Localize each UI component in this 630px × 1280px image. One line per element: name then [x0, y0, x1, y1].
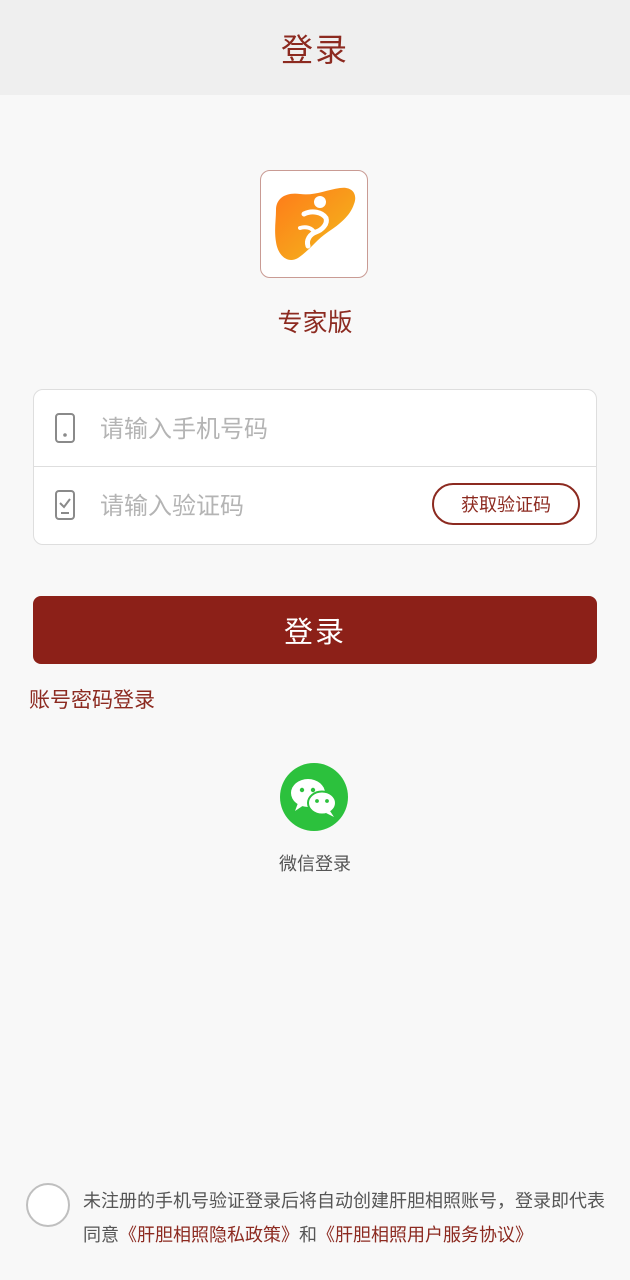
agreement-and: 和 — [299, 1225, 317, 1246]
login-button[interactable]: 登录 — [33, 596, 597, 664]
privacy-policy-link[interactable]: 《肝胆相照隐私政策》 — [119, 1225, 299, 1246]
app-edition-label: 专家版 — [277, 308, 353, 337]
liver-runner-logo-icon — [275, 187, 356, 261]
phone-icon — [55, 413, 75, 443]
checkmark-phone-icon — [55, 490, 75, 520]
code-row: 获取验证码 — [34, 467, 596, 543]
phone-input[interactable] — [98, 408, 402, 450]
get-code-button[interactable]: 获取验证码 — [432, 483, 580, 525]
login-form: 获取验证码 — [33, 389, 597, 545]
phone-row — [34, 390, 596, 467]
wechat-login-label: 微信登录 — [279, 854, 351, 875]
agreement-text: 未注册的手机号验证登录后将自动创建肝胆相照账号，登录即代表同意《肝胆相照隐私政策… — [83, 1185, 613, 1253]
top-bar: 登录 — [0, 0, 630, 95]
service-agreement-link[interactable]: 《肝胆相照用户服务协议》 — [317, 1225, 533, 1246]
page-title: 登录 — [280, 30, 349, 69]
password-login-link[interactable]: 账号密码登录 — [29, 684, 155, 714]
wechat-icon — [291, 779, 337, 817]
app-logo — [260, 170, 368, 278]
agreement-checkbox[interactable] — [26, 1183, 70, 1227]
verification-code-input[interactable] — [98, 485, 402, 527]
wechat-login-button[interactable] — [280, 763, 348, 831]
